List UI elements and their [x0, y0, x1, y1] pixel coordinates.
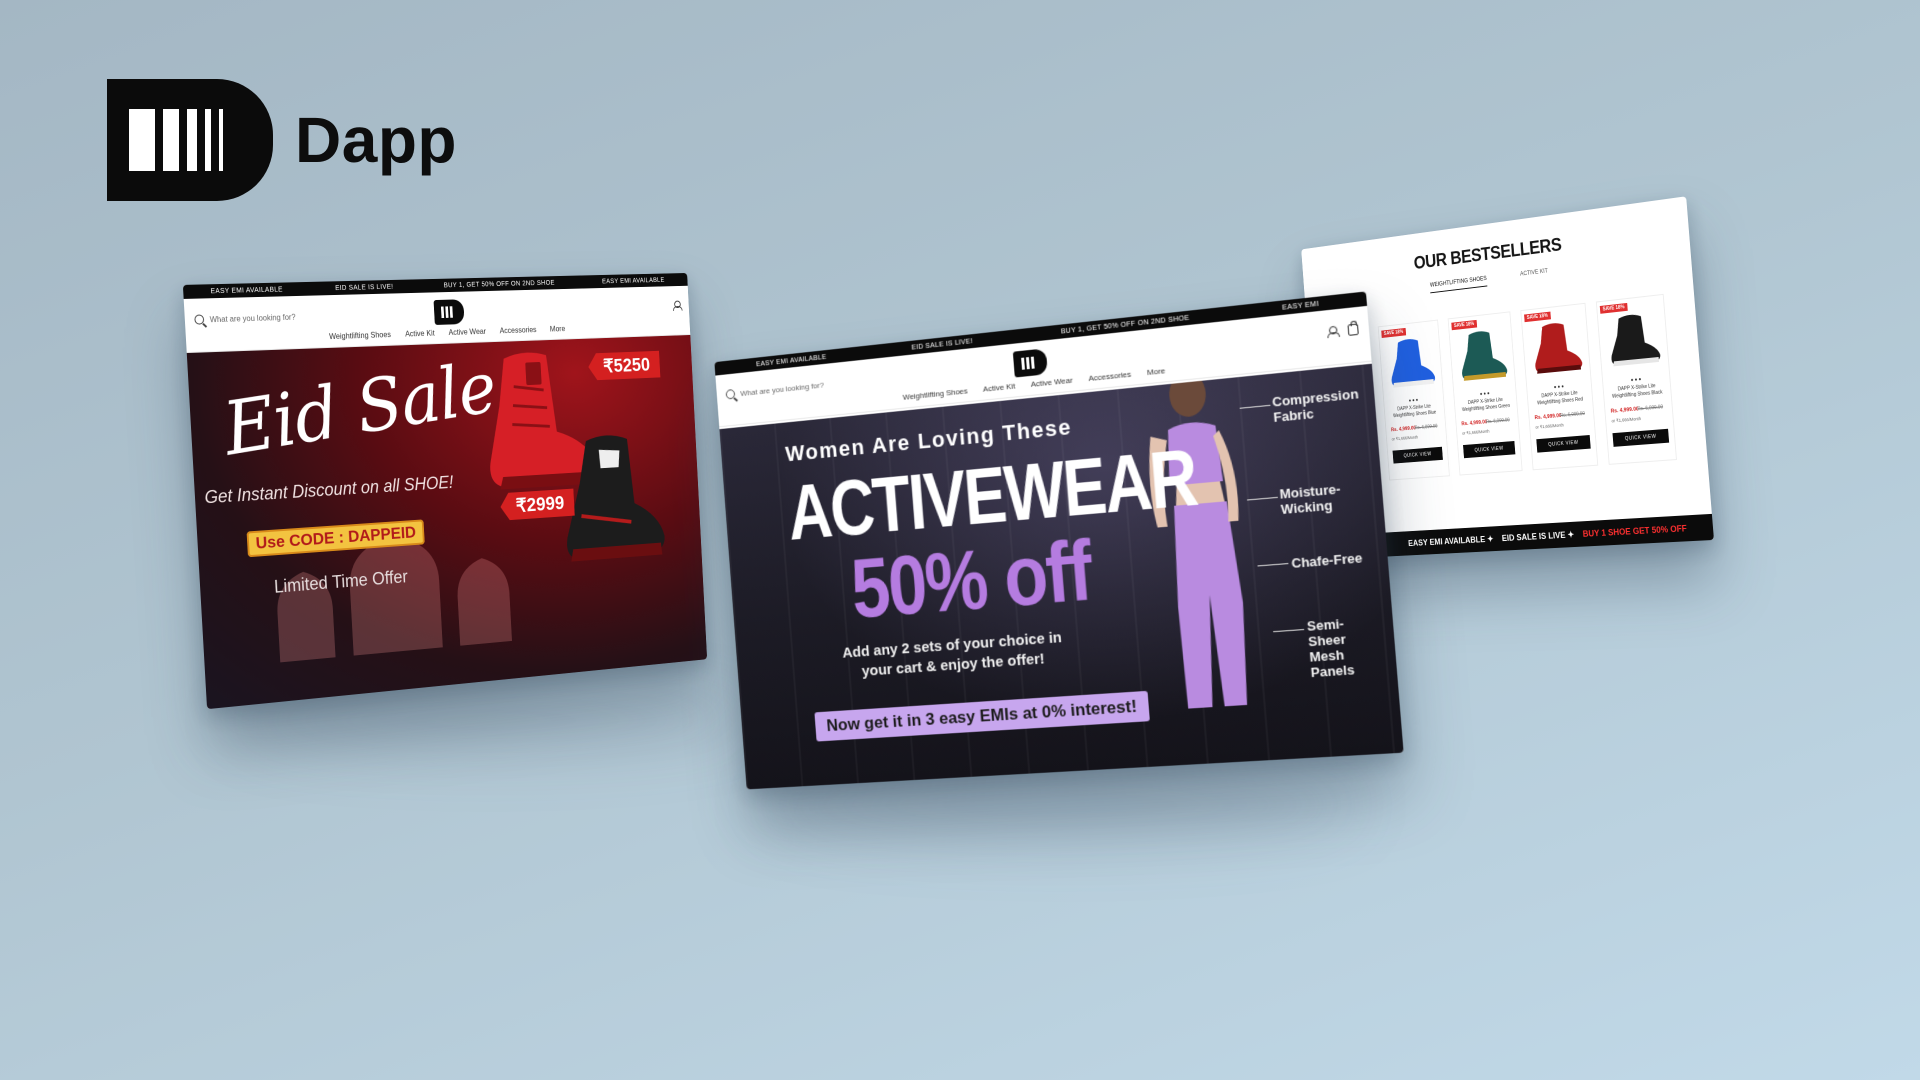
product-name[interactable]: DAPP X-Strike Lite Weightlifting Shoes R…	[1533, 389, 1587, 407]
eid-sale-screenshot: EASY EMI AVAILABLE EID SALE IS LIVE! BUY…	[182, 272, 708, 710]
nav-item-weightlifting-shoes[interactable]: Weightlifting Shoes	[329, 330, 391, 341]
quick-view-button[interactable]: QUICK VIEW	[1612, 428, 1670, 447]
nav-item-weightlifting-shoes[interactable]: Weightlifting Shoes	[902, 386, 968, 401]
product-price: Rs. 4,999.00	[1461, 419, 1488, 428]
product-mrp: Rs. 6,099.00	[1637, 404, 1664, 413]
nav-item-active-kit[interactable]: Active Kit	[405, 329, 435, 339]
search-placeholder[interactable]: What are you looking for?	[210, 312, 296, 323]
ticker-item: EASY EMI AVAILABLE	[210, 286, 283, 295]
ticker-item: EASY EMI AVAILABLE	[601, 276, 665, 285]
product-mrp: Rs. 6,099.00	[1414, 423, 1438, 432]
brand: Dapp	[107, 79, 457, 201]
nav-item-active-wear[interactable]: Active Wear	[448, 327, 486, 337]
search-placeholder[interactable]: What are you looking for?	[740, 380, 824, 397]
shoe-icon	[1388, 336, 1436, 388]
product-name[interactable]: DAPP X-Strike Lite Weightlifting Shoes G…	[1460, 396, 1512, 414]
product-card[interactable]: SAVE 18% ● ● ● DAPP X-Strike Lite Weight…	[1447, 311, 1523, 476]
product-price: Rs. 4,999.00	[1610, 406, 1640, 415]
product-mrp: Rs. 6,099.00	[1485, 417, 1510, 426]
header-icons	[1327, 323, 1359, 339]
header-icons	[672, 301, 681, 311]
nav-item-active-kit[interactable]: Active Kit	[983, 382, 1016, 394]
ticker-item: EID SALE IS LIVE ✦	[1501, 529, 1575, 543]
ticker-item: BUY 1, GET 50% OFF ON 2ND SHOE	[443, 279, 555, 289]
search-bar[interactable]: What are you looking for?	[194, 312, 296, 325]
product-emi: or ₹1,666/Month	[1611, 416, 1642, 424]
product-mrp: Rs. 6,099.00	[1560, 411, 1586, 419]
nav-item-more[interactable]: More	[1147, 366, 1166, 377]
product-name[interactable]: DAPP X-Strike Lite Weightlifting Shoes B…	[1609, 382, 1666, 401]
quick-view-button[interactable]: QUICK VIEW	[1536, 434, 1591, 453]
product-grid: SAVE 18% ● ● ● DAPP X-Strike Lite Weight…	[1377, 293, 1677, 481]
search-icon[interactable]	[725, 388, 736, 400]
activewear-screenshot: EASY EMI AVAILABLE EID SALE IS LIVE! BUY…	[714, 291, 1404, 790]
search-bar[interactable]: What are you looking for?	[725, 380, 825, 400]
product-emi: or ₹1,666/Month	[1461, 428, 1490, 436]
nav-item-accessories[interactable]: Accessories	[499, 325, 536, 335]
brand-name: Dapp	[295, 104, 457, 176]
ticker-item: EASY EMI	[1281, 300, 1320, 312]
dapp-logo-icon	[107, 79, 273, 201]
product-card[interactable]: SAVE 18% ● ● ● DAPP X-Strike Lite Weight…	[1595, 293, 1677, 465]
shoe-icon	[1608, 312, 1661, 367]
nav-item-more[interactable]: More	[550, 325, 566, 334]
site-logo-icon[interactable]	[433, 299, 465, 325]
ticker-item: EID SALE IS LIVE!	[335, 283, 394, 292]
product-emi: or ₹1,666/Month	[1391, 434, 1419, 442]
product-card[interactable]: SAVE 18% ● ● ● DAPP X-Strike Lite Weight…	[1377, 319, 1450, 481]
price-tag-high: ₹5250	[588, 351, 661, 381]
account-icon[interactable]	[1327, 326, 1338, 338]
product-price: Rs. 4,999.00	[1534, 413, 1562, 422]
site-logo-icon[interactable]	[1012, 348, 1048, 378]
account-icon[interactable]	[672, 301, 681, 311]
search-icon[interactable]	[194, 314, 205, 325]
model-activewear-icon	[1146, 370, 1252, 709]
discount-badge: SAVE 18%	[1381, 327, 1406, 338]
activewear-discount: 50% off	[847, 522, 1094, 636]
product-name[interactable]: DAPP X-Strike Lite Weightlifting Shoes B…	[1389, 403, 1439, 420]
shoe-icon	[1532, 320, 1583, 374]
tab-active-kit[interactable]: ACTIVE KIT	[1520, 268, 1549, 282]
ticker-item: BUY 1 SHOE GET 50% OFF	[1582, 523, 1688, 539]
eid-hero-banner[interactable]: Eid Sale Get Instant Discount on all SHO…	[186, 334, 708, 710]
cart-icon[interactable]	[1347, 323, 1359, 336]
ticker-item: EASY EMI AVAILABLE ✦	[1407, 533, 1494, 548]
tab-weightlifting-shoes[interactable]: WEIGHTLIFTING SHOES	[1429, 276, 1488, 294]
product-emi: or ₹1,666/Month	[1535, 422, 1564, 430]
quick-view-button[interactable]: QUICK VIEW	[1463, 440, 1516, 459]
product-card[interactable]: SAVE 18% ● ● ● DAPP X-Strike Lite Weight…	[1520, 302, 1599, 471]
eid-subtitle: Get Instant Discount on all SHOE!	[204, 472, 454, 508]
nav-item-active-wear[interactable]: Active Wear	[1030, 376, 1073, 389]
price-tag-low: ₹2999	[500, 489, 575, 521]
feature-mesh: Semi-Sheer Mesh Panels	[1306, 615, 1356, 681]
eid-title: Eid Sale	[217, 346, 501, 473]
product-price: Rs. 4,999.00	[1390, 425, 1417, 434]
activewear-hero-banner[interactable]: Women Are Loving These ACTIVEWEAR 50% of…	[719, 363, 1404, 790]
quick-view-button[interactable]: QUICK VIEW	[1392, 446, 1443, 464]
nav-item-accessories[interactable]: Accessories	[1088, 370, 1131, 383]
shoe-icon	[1459, 328, 1508, 381]
